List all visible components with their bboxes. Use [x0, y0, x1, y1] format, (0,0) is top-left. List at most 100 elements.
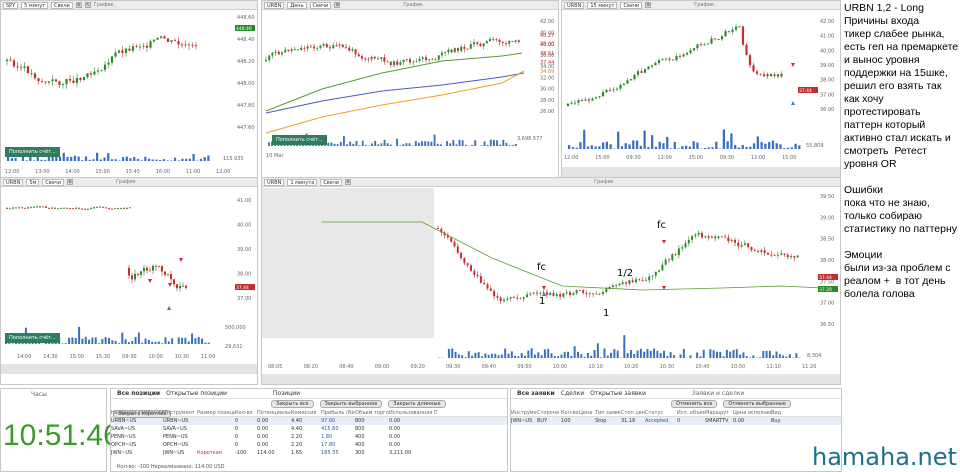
close-long-button[interactable]: Закрыть длинные: [388, 400, 446, 408]
candle: [12, 207, 14, 209]
scrollbar-track: [562, 167, 840, 177]
orders-column-header[interactable]: Цена исполнения: [733, 409, 771, 416]
tab-all-orders[interactable]: Все заявки: [517, 389, 555, 398]
red-arrow-marker: [148, 279, 152, 283]
fill-account-button[interactable]: Пополнить счёт...: [5, 147, 60, 157]
candle: [737, 242, 740, 247]
orders-column-header[interactable]: Тип заявки: [595, 409, 621, 416]
volume-bar: [756, 136, 759, 149]
note-line: уровня OR: [844, 158, 897, 170]
orders-column-header[interactable]: Маршрут: [705, 409, 733, 416]
volume-bar: [147, 158, 151, 161]
candle: [309, 46, 312, 48]
volume-bar: [493, 139, 495, 146]
volume-bar: [504, 348, 507, 358]
orders-column-header[interactable]: Статус: [645, 409, 677, 416]
orders-column-header[interactable]: Вид: [771, 409, 785, 416]
x-tick-label: 09:00: [375, 364, 389, 370]
positions-column-header[interactable]: Инструмент: [163, 409, 197, 416]
close-selected-button[interactable]: Закрыть выбранное: [319, 400, 383, 408]
positions-column-header[interactable]: Прибыль (Net): [321, 409, 355, 416]
cancel-all-button[interactable]: Отменить все: [671, 400, 718, 408]
positions-column-header[interactable]: Потенциальная: [257, 409, 291, 416]
volume-bar: [579, 142, 582, 149]
note-line: есть гeп на премаркете: [844, 41, 959, 53]
volume-bar: [570, 355, 573, 358]
urbn-1m-vwap-price: 37.20: [819, 287, 832, 293]
volume-bar: [141, 342, 144, 344]
table-row[interactable]: JWN~US JWN~US Короткая -100 114.00 1.65 185.35…: [111, 449, 507, 457]
candle: [724, 31, 727, 37]
orders-column-header[interactable]: Исп. объем: [677, 409, 705, 416]
candle: [117, 50, 121, 53]
volume-bar: [88, 339, 91, 344]
tab-open-orders[interactable]: Открытые заявки: [590, 389, 646, 398]
candle: [629, 79, 633, 81]
volume-bar: [514, 144, 517, 146]
candle: [760, 250, 763, 253]
table-cell: 0.00: [257, 426, 269, 432]
orders-column-header[interactable]: Цена: [579, 409, 595, 416]
chart-annotation: fc: [537, 262, 546, 273]
table-cell: 800: [355, 418, 365, 424]
table-row[interactable]: SAVA~US SAVA~US 0 0.00 4.40 415.60 800 0.00: [111, 425, 507, 433]
candle: [757, 251, 760, 253]
candle: [508, 41, 511, 44]
table-cell: 0: [235, 418, 239, 424]
table-row[interactable]: URBN~US URBN~US 0 0.00 4.40 97.60 800 0.00: [111, 417, 507, 425]
positions-column-header[interactable]: Размер позиции: [197, 409, 235, 416]
volume-bar: [114, 159, 117, 161]
urbn-15m-candles: 42.00 41.00 40.00 39.00 38.00 37.00 36.00 37.44…: [562, 19, 840, 177]
orders-column-header[interactable]: Инструмент: [511, 409, 537, 416]
positions-column-header[interactable]: Кол-во: [235, 409, 257, 416]
tab-all-positions[interactable]: Все позиции: [117, 389, 160, 398]
volume-bar: [739, 354, 742, 358]
positions-column-header[interactable]: Объем торгов: [355, 409, 389, 416]
note-line: пока что не знаю,: [844, 197, 930, 209]
volume-bar: [204, 342, 207, 344]
volume-bar: [735, 349, 738, 358]
note-line: болела голова: [844, 288, 915, 300]
positions-column-header[interactable]: Название компании: [111, 409, 163, 416]
volume-bar: [626, 353, 629, 358]
x-tick-label: 09:30: [446, 364, 460, 370]
candle: [155, 265, 157, 267]
fill-account-button[interactable]: Пополнить счёт...: [272, 135, 327, 145]
candle: [357, 54, 360, 57]
volume-bar: [14, 157, 17, 161]
orders-column-header[interactable]: Сторона: [537, 409, 561, 416]
volume-bar: [199, 158, 203, 161]
volume-bar: [343, 136, 345, 146]
volume-bar: [629, 349, 632, 358]
tab-trades[interactable]: Сделки: [561, 389, 584, 398]
candle: [79, 77, 82, 80]
candle: [575, 290, 578, 294]
tab-open-positions[interactable]: Открытые позиции: [166, 389, 227, 398]
candle: [51, 207, 53, 209]
table-row[interactable]: JWN~US BUY 100 Stop 31.16 Accepted 0 SMARTTV 0.0…: [511, 417, 841, 425]
candle: [682, 54, 685, 57]
candle: [9, 208, 11, 210]
candle: [595, 293, 598, 295]
candle: [271, 52, 274, 56]
close-all-button[interactable]: Закрыть все: [271, 400, 314, 408]
volume-bar: [127, 342, 130, 344]
tab-positions[interactable]: Позиции: [273, 389, 300, 398]
positions-column-header[interactable]: Использованная ПС: [389, 409, 437, 416]
volume-bar: [762, 351, 765, 358]
candle: [677, 248, 680, 255]
volume-bar: [380, 143, 383, 146]
candle: [687, 239, 690, 244]
candle: [30, 207, 32, 209]
table-row[interactable]: OPCH~US OPCH~US 0 0.00 2.20 17.80 400 0.00: [111, 441, 507, 449]
table-cell: PENN~US: [163, 434, 188, 440]
table-row[interactable]: PENN~US PENN~US 0 0.00 2.20 1.80 400 0.00: [111, 433, 507, 441]
orders-column-header[interactable]: Стоп цена: [621, 409, 645, 416]
volume-bar: [666, 355, 669, 358]
volume-bar: [177, 337, 180, 344]
cancel-selected-button[interactable]: Отменить выбранные: [723, 400, 791, 408]
orders-column-header[interactable]: Кол-во: [561, 409, 579, 416]
fill-account-button[interactable]: Пополнить счёт...: [5, 333, 60, 343]
positions-column-header[interactable]: Комиссия: [291, 409, 321, 416]
volume-bar: [636, 350, 639, 358]
